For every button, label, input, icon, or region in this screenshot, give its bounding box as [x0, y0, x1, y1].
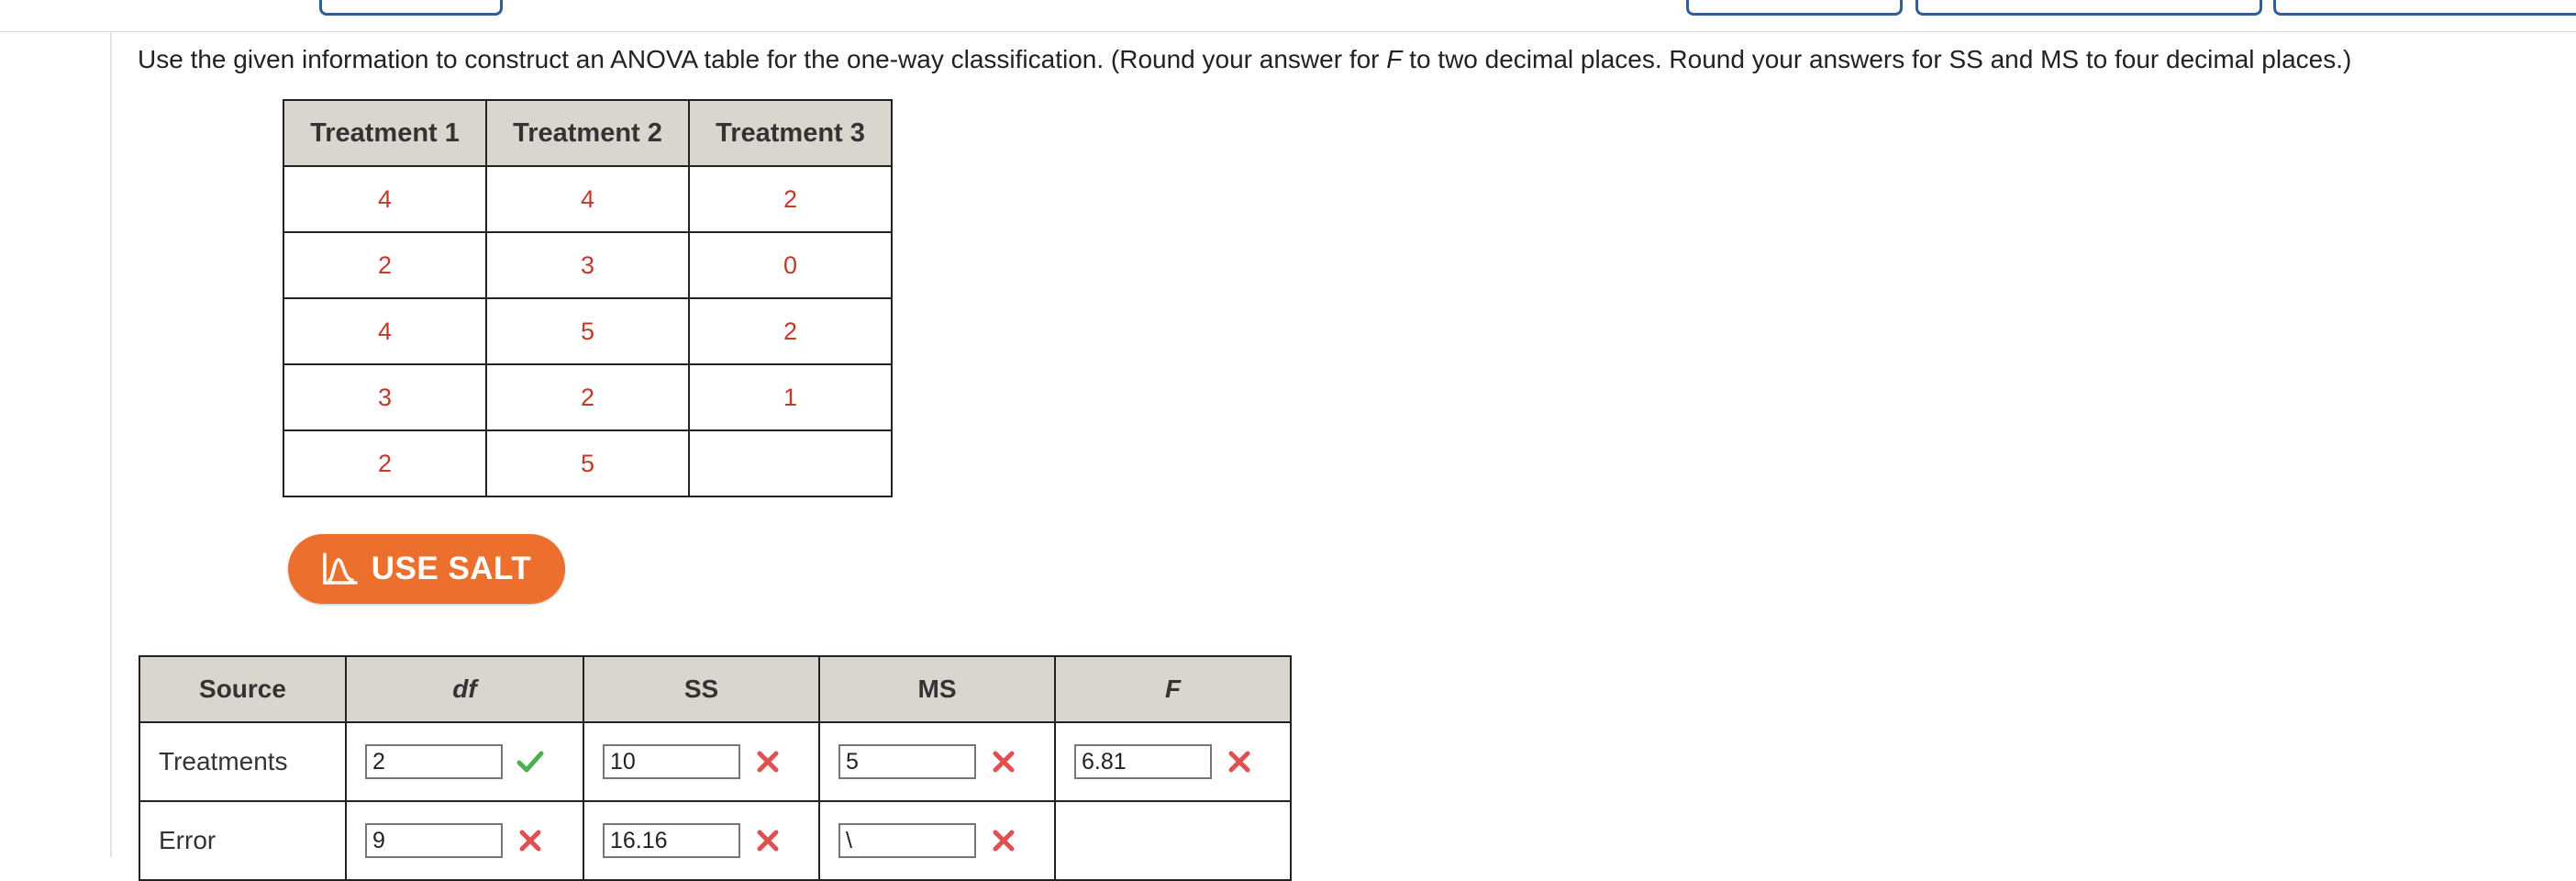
error-f-cell-empty: [1054, 800, 1292, 881]
data-cell: 2: [283, 429, 487, 497]
header-source: Source: [139, 655, 347, 723]
data-cell: 3: [283, 363, 487, 431]
toolbar-button[interactable]: [1915, 0, 2262, 16]
treatments-df-input[interactable]: [365, 744, 503, 779]
prompt-text-end: to two decimal places. Round your answer…: [1402, 45, 2352, 73]
header-treatment-1: Treatment 1: [283, 99, 487, 167]
table-row: 4 5 2: [283, 297, 893, 365]
data-cell: 1: [688, 363, 893, 431]
data-cell: 2: [283, 231, 487, 299]
prompt-f-symbol: F: [1386, 45, 1403, 73]
use-salt-button[interactable]: USE SALT: [288, 534, 565, 604]
table-row: 2 3 0: [283, 231, 893, 299]
header-ms: MS: [818, 655, 1056, 723]
cross-icon: [989, 747, 1018, 776]
header-f: F: [1054, 655, 1292, 723]
data-cell: 2: [688, 297, 893, 365]
treatment-data-table: Treatment 1 Treatment 2 Treatment 3 4 4 …: [283, 99, 893, 497]
error-ms-input[interactable]: [838, 823, 976, 858]
treatments-ms-input[interactable]: [838, 744, 976, 779]
data-cell: 5: [485, 297, 690, 365]
data-cell: 3: [485, 231, 690, 299]
cross-icon: [753, 747, 783, 776]
data-cell: 0: [688, 231, 893, 299]
table-row: 3 2 1: [283, 363, 893, 431]
salt-logo-icon: [322, 552, 359, 585]
table-row: 4 4 2: [283, 165, 893, 233]
anova-row-error: Error: [139, 800, 1292, 881]
data-cell: [688, 429, 893, 497]
cross-icon: [1225, 747, 1254, 776]
left-margin-rule: [110, 31, 112, 857]
treatments-f-input[interactable]: [1074, 744, 1212, 779]
source-label: Treatments: [139, 721, 347, 802]
toolbar-button[interactable]: [319, 0, 503, 16]
data-cell: 5: [485, 429, 690, 497]
header-treatment-2: Treatment 2: [485, 99, 690, 167]
anova-table: Source df SS MS F Treatments 2 10 5 6.81…: [139, 655, 1292, 881]
question-prompt: Use the given information to construct a…: [138, 44, 2351, 75]
error-ss-input[interactable]: [603, 823, 740, 858]
table-row: 2 5: [283, 429, 893, 497]
header-treatment-3: Treatment 3: [688, 99, 893, 167]
cross-icon: [989, 826, 1018, 855]
error-df-input[interactable]: [365, 823, 503, 858]
toolbar-button[interactable]: [1686, 0, 1903, 16]
header-ss: SS: [583, 655, 820, 723]
data-cell: 4: [485, 165, 690, 233]
toolbar-button[interactable]: [2273, 0, 2576, 16]
data-cell: 4: [283, 165, 487, 233]
header-df: df: [345, 655, 584, 723]
checkmark-icon: [516, 747, 545, 776]
data-cell: 4: [283, 297, 487, 365]
treatments-ss-input[interactable]: [603, 744, 740, 779]
anova-row-treatments: Treatments: [139, 721, 1292, 802]
cross-icon: [753, 826, 783, 855]
source-label: Error: [139, 800, 347, 881]
use-salt-label: USE SALT: [371, 551, 532, 586]
data-cell: 2: [485, 363, 690, 431]
cross-icon: [516, 826, 545, 855]
prompt-text: Use the given information to construct a…: [138, 45, 1387, 73]
data-cell: 2: [688, 165, 893, 233]
top-toolbar: [0, 0, 2576, 32]
